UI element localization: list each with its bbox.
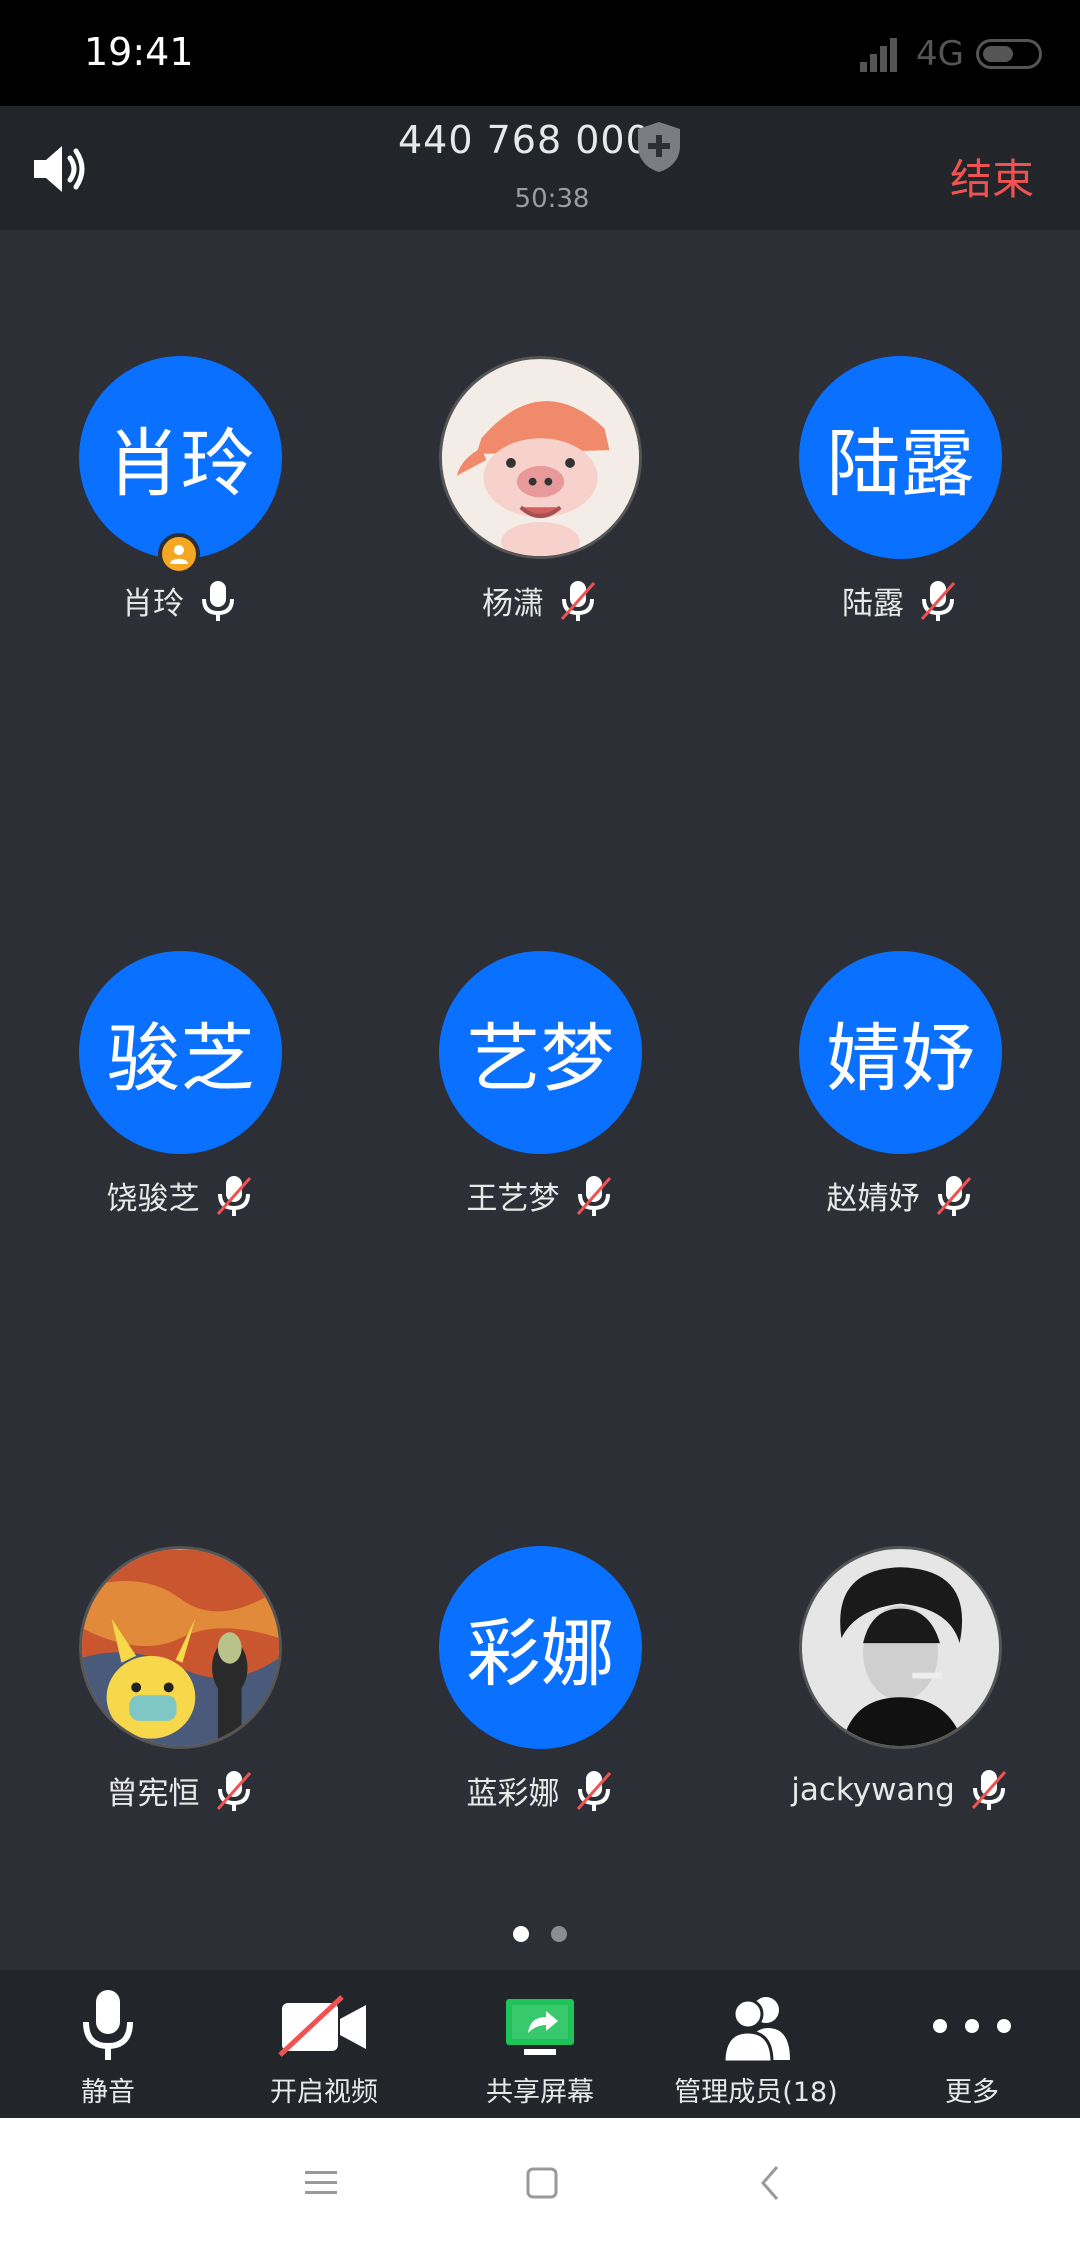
status-time: 19:41 [84, 30, 194, 74]
battery-icon [976, 39, 1042, 69]
avatar: 骏芝 [79, 951, 282, 1154]
members-icon [718, 1986, 794, 2066]
avatar: 艺梦 [439, 951, 642, 1154]
avatar: 陆露 [799, 356, 1002, 559]
scream-pikachu-avatar [79, 1546, 282, 1749]
mic-muted-icon [971, 1770, 1006, 1810]
share-label: 共享屏幕 [486, 2077, 594, 2108]
mute-label: 静音 [81, 2077, 135, 2108]
mic-muted-icon [576, 1175, 611, 1216]
participant-name: 赵婧妤 [826, 1181, 920, 1217]
video-off-icon [278, 1986, 370, 2066]
participant-name: 蓝彩娜 [466, 1776, 560, 1812]
participant-name: 曾宪恒 [106, 1776, 200, 1812]
participant-name: 王艺梦 [466, 1181, 560, 1217]
start-video-button[interactable]: 开启视频 [216, 1970, 432, 2118]
avatar: 婧妤 [799, 951, 1002, 1154]
back-icon[interactable] [740, 2158, 800, 2208]
pig-avatar [439, 356, 642, 559]
meeting-duration: 50:38 [514, 184, 590, 214]
participants-grid: 肖玲 肖玲 杨潇 陆露 陆露 骏芝 饶骏芝 艺梦 王艺梦 婧妤 赵婧妤 曾宪恒 … [0, 230, 1080, 1970]
share-screen-button[interactable]: 共享屏幕 [432, 1970, 648, 2118]
portrait-avatar [799, 1546, 1002, 1749]
meeting-id[interactable]: 440 768 000 [398, 118, 651, 162]
mic-on-icon [202, 580, 234, 621]
participant-name: 肖玲 [122, 586, 184, 622]
share-screen-icon [502, 1986, 578, 2066]
manage-members-button[interactable]: 管理成员(18) [648, 1970, 864, 2118]
mic-muted-icon [576, 1770, 611, 1811]
microphone-icon [80, 1986, 136, 2066]
participant-tile[interactable]: 骏芝 饶骏芝 [0, 825, 360, 1217]
participant-name: 杨潇 [482, 586, 544, 622]
mic-muted-icon [920, 580, 956, 621]
mic-muted-icon [216, 1175, 251, 1216]
menu-icon[interactable] [291, 2158, 351, 2208]
participant-tile[interactable]: 艺梦 王艺梦 [360, 825, 720, 1217]
network-label: 4G [916, 34, 964, 74]
participant-name: jackywang [791, 1772, 955, 1808]
more-dots-icon [930, 1986, 1014, 2066]
status-bar: 19:41 4G [0, 0, 1080, 106]
security-shield-icon[interactable] [636, 120, 682, 174]
more-label: 更多 [945, 2077, 999, 2108]
participant-tile[interactable]: 陆露 陆露 [720, 230, 1080, 622]
members-label: 管理成员(18) [674, 2077, 838, 2108]
status-indicators: 4G [860, 34, 1042, 74]
end-meeting-button[interactable]: 结束 [950, 146, 1034, 207]
participant-tile[interactable]: 曾宪恒 [0, 1420, 360, 1812]
participant-tile[interactable]: 彩娜 蓝彩娜 [360, 1420, 720, 1812]
mic-muted-icon [216, 1770, 251, 1811]
mic-muted-icon [936, 1175, 971, 1216]
mute-button[interactable]: 静音 [0, 1970, 216, 2118]
participant-tile[interactable]: 婧妤 赵婧妤 [720, 825, 1080, 1217]
participant-tile[interactable]: jackywang [720, 1420, 1080, 1810]
avatar: 肖玲 [79, 356, 282, 559]
participant-tile[interactable]: 杨潇 [360, 230, 720, 622]
participant-name: 陆露 [842, 586, 904, 622]
host-badge-icon [158, 533, 200, 575]
meeting-header: 440 768 000 50:38 结束 [0, 106, 1080, 230]
page-dot-2[interactable] [551, 1926, 567, 1942]
participant-tile[interactable]: 肖玲 肖玲 [0, 230, 360, 622]
signal-icon [860, 36, 904, 72]
participant-name: 饶骏芝 [106, 1181, 200, 1217]
more-button[interactable]: 更多 [864, 1970, 1080, 2118]
video-label: 开启视频 [270, 2077, 378, 2108]
mic-muted-icon [560, 580, 596, 621]
page-indicator [0, 1926, 1080, 1942]
system-nav-bar [0, 2118, 1080, 2248]
home-icon[interactable] [512, 2158, 572, 2208]
avatar: 彩娜 [439, 1546, 642, 1749]
page-dot-1[interactable] [513, 1926, 529, 1942]
meeting-toolbar: 静音 开启视频 共享屏幕 管理成员(18) 更多 [0, 1970, 1080, 2118]
